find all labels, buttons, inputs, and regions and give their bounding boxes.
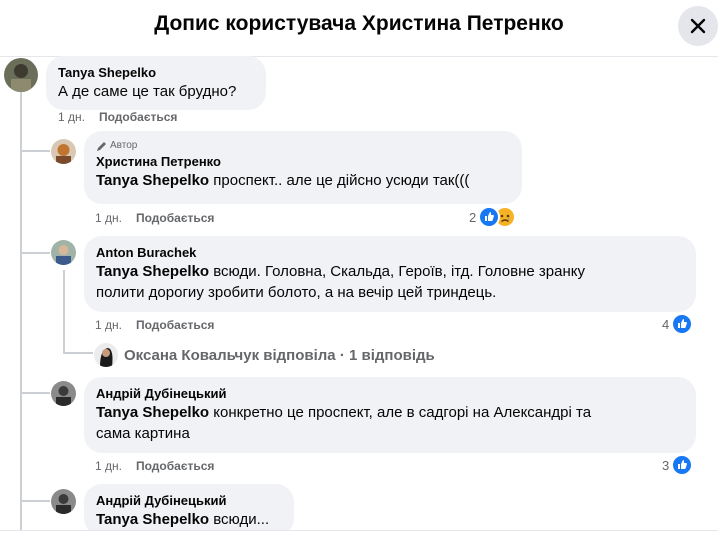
avatar[interactable] [51,489,76,514]
comment-bubble: Андрій Дубінецький Tanya Shepelko всюди.… [84,484,294,536]
reply-thread-connector [63,352,93,354]
view-replies-link[interactable]: Оксана Ковальчук відповіла · 1 відповідь [94,343,435,367]
thread-line-main [20,90,22,530]
like-icon [478,206,501,228]
pencil-icon [97,141,106,151]
avatar [94,343,118,367]
like-button[interactable]: Подобається [136,318,214,332]
comment-time[interactable]: 1 дн. [58,110,85,124]
thread-connector [20,500,50,502]
dialog-title: Допис користувача Христина Петренко [154,12,564,35]
like-button[interactable]: Подобається [136,459,214,473]
comment-author[interactable]: Христина Петренко [96,153,510,170]
comment-time[interactable]: 1 дн. [95,318,122,332]
mention-link[interactable]: Tanya Shepelko [96,263,209,280]
reaction-summary[interactable]: 3 [662,454,694,476]
mention-link[interactable]: Tanya Shepelko [96,511,209,528]
comment-author[interactable]: Андрій Дубінецький [96,492,282,509]
like-icon [671,313,694,335]
comment-author[interactable]: Андрій Дубінецький [96,385,684,402]
dialog-header: Допис користувача Христина Петренко [0,0,718,57]
mention-link[interactable]: Tanya Shepelko [96,172,209,189]
reaction-count: 3 [662,457,670,473]
like-icon [671,454,694,476]
author-badge: Автор [96,139,510,153]
comment-actions: 1 дн. Подобається [95,318,228,332]
mention-link[interactable]: Tanya Shepelko [96,404,209,421]
comment-bubble: Автор Христина Петренко Tanya Shepelko п… [84,131,522,204]
thread-connector [20,252,50,254]
comment-actions: 1 дн. Подобається [95,211,228,225]
reaction-summary[interactable]: 4 [662,313,694,335]
like-button[interactable]: Подобається [136,211,214,225]
comment-bubble: Андрій Дубінецький Tanya Shepelko конкре… [84,377,696,453]
comment-bubble: Tanya Shepelko А де саме це так брудно? [46,56,266,110]
reply-thread-line [63,270,65,354]
avatar[interactable] [51,139,76,164]
comment-author[interactable]: Anton Burachek [96,244,684,261]
reaction-count: 4 [662,316,670,332]
avatar[interactable] [51,240,76,265]
thread-connector [20,392,50,394]
comment-time[interactable]: 1 дн. [95,211,122,225]
comment-text: Tanya Shepelko конкретно це проспект, ал… [96,404,592,421]
reaction-count: 2 [469,209,477,225]
avatar[interactable] [4,58,38,92]
avatar[interactable] [51,381,76,406]
comment-text: полити дорогиу зробити болото, а на вечі… [96,284,497,301]
reaction-summary[interactable]: 2 [469,206,517,228]
thread-connector [20,150,50,152]
comment-text: сама картина [96,425,190,442]
comment-actions: 1 дн. Подобається [95,459,228,473]
comment-text: Tanya Shepelko всюди. Головна, Скальда, … [96,263,585,280]
close-button[interactable] [678,6,718,46]
comment-text: Tanya Shepelko всюди... [96,511,270,528]
comment-author[interactable]: Tanya Shepelko [58,64,254,81]
comment-bubble: Anton Burachek Tanya Shepelko всюди. Гол… [84,236,696,312]
like-button[interactable]: Подобається [99,110,177,124]
comment-actions: 1 дн. Подобається [58,110,191,124]
comment-text: Tanya Shepelko проспект.. але це дійсно … [96,172,470,189]
comment-time[interactable]: 1 дн. [95,459,122,473]
comment-text: А де саме це так брудно? [58,83,237,100]
close-icon [690,18,706,34]
replies-summary[interactable]: Оксана Ковальчук відповіла · 1 відповідь [124,347,435,364]
